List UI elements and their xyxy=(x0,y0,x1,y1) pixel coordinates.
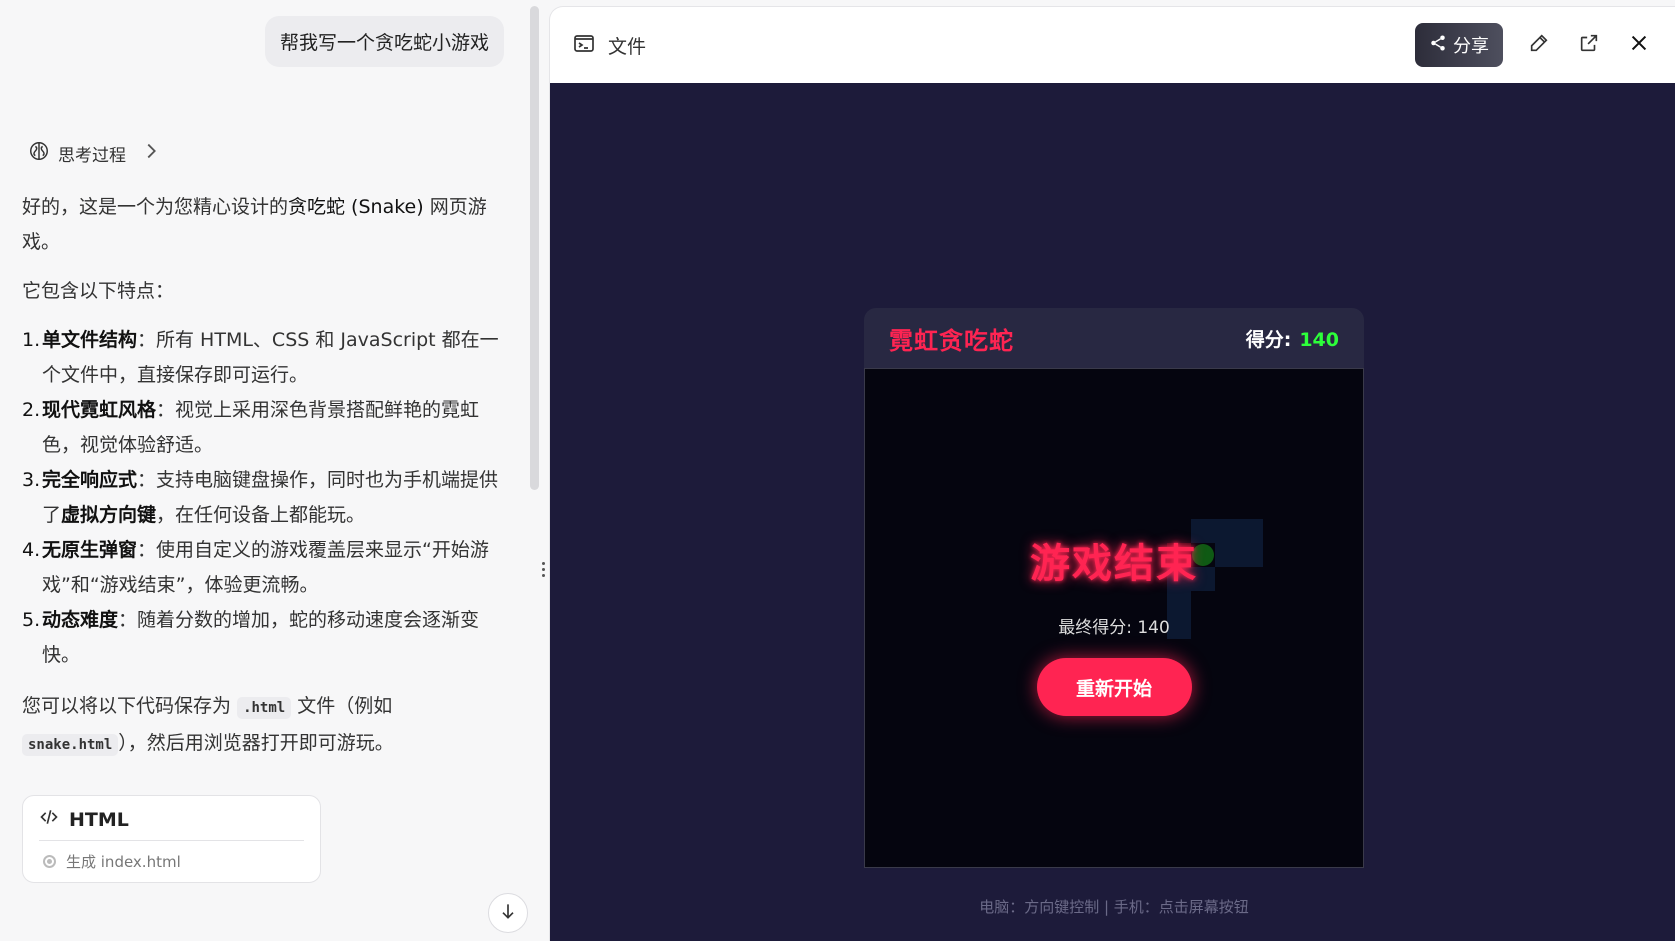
user-message: 帮我写一个贪吃蛇小游戏 xyxy=(264,16,504,67)
intro-bold: 贪吃蛇 (Snake) xyxy=(288,196,424,218)
edit-button[interactable] xyxy=(1525,31,1553,59)
list-item: 4. 无原生弹窗：使用自定义的游戏覆盖层来显示“开始游戏”和“游戏结束”，体验更流… xyxy=(22,539,489,596)
toolbar-actions: 分享 xyxy=(1415,23,1653,67)
preview-toolbar: 文件 分享 xyxy=(550,7,1675,83)
game-header: 霓虹贪吃蛇 得分: 140 xyxy=(864,308,1364,368)
chat-scrollbar[interactable] xyxy=(530,6,539,490)
close-icon xyxy=(1628,32,1650,58)
file-title: 文件 xyxy=(572,31,646,60)
chevron-right-icon xyxy=(140,140,162,167)
share-label: 分享 xyxy=(1453,36,1489,57)
code-chip-filename: snake.html xyxy=(22,734,119,756)
brain-icon xyxy=(28,140,50,167)
intro-paragraph: 好的，这是一个为您精心设计的贪吃蛇 (Snake) 网页游戏。 xyxy=(22,196,487,253)
final-score: 最终得分: 140 xyxy=(1058,618,1170,638)
features-heading: 它包含以下特点： xyxy=(22,280,175,302)
artifact-card[interactable]: HTML 生成 index.html xyxy=(22,795,321,883)
external-link-icon xyxy=(1578,32,1600,58)
status-dot-icon xyxy=(43,855,56,868)
gameover-title: 游戏结束 xyxy=(1030,541,1198,587)
chat-panel: 帮我写一个贪吃蛇小游戏 思考过程 好的，这是一个为您精心设计的贪吃蛇 (Snak… xyxy=(0,0,530,941)
score-value: 140 xyxy=(1299,328,1339,351)
share-button[interactable]: 分享 xyxy=(1415,23,1503,67)
artifact-status: 生成 index.html xyxy=(66,853,181,871)
code-chip-html: .html xyxy=(237,697,292,719)
save-instructions: 您可以将以下代码保存为 .html 文件（例如 snake.html ），然后用浏… xyxy=(22,695,394,756)
gameover-overlay: 游戏结束 最终得分: 140 重新开始 xyxy=(865,369,1363,867)
share-icon xyxy=(1429,34,1447,57)
assistant-answer: 好的，这是一个为您精心设计的贪吃蛇 (Snake) 网页游戏。 它包含以下特点：… xyxy=(22,190,510,783)
close-button[interactable] xyxy=(1625,31,1653,59)
thinking-toggle[interactable]: 思考过程 xyxy=(28,140,162,167)
features-list: 1. 单文件结构：所有 HTML、CSS 和 JavaScript 都在一个文件中… xyxy=(22,323,510,673)
score-label: 得分: xyxy=(1245,328,1292,351)
score-display: 得分: 140 xyxy=(1246,325,1339,352)
open-external-button[interactable] xyxy=(1575,31,1603,59)
list-item: 1. 单文件结构：所有 HTML、CSS 和 JavaScript 都在一个文件中… xyxy=(22,329,499,386)
preview-panel: 文件 分享 霓虹贪吃蛇 得分: 140 游戏结束 最终得分: 140 重新开始 … xyxy=(549,6,1675,941)
game-stage: 霓虹贪吃蛇 得分: 140 游戏结束 最终得分: 140 重新开始 电脑：方向键… xyxy=(550,83,1675,941)
edit-icon xyxy=(1528,32,1550,58)
panel-resize-handle[interactable] xyxy=(540,555,546,583)
list-item: 5. 动态难度：随着分数的增加，蛇的移动速度会逐渐变快。 xyxy=(22,609,480,666)
artifact-type-label: HTML xyxy=(69,808,129,831)
terminal-file-icon xyxy=(572,31,596,60)
controls-hint: 电脑：方向键控制 | 手机：点击屏幕按钮 xyxy=(979,898,1249,916)
code-icon xyxy=(39,807,59,832)
arrow-down-icon xyxy=(498,901,518,925)
list-item: 2. 现代霓虹风格：视觉上采用深色背景搭配鲜艳的霓虹色，视觉体验舒适。 xyxy=(22,399,480,456)
list-item: 3. 完全响应式：支持电脑键盘操作，同时也为手机端提供了虚拟方向键，在任何设备上都… xyxy=(22,469,499,526)
file-label: 文件 xyxy=(608,35,647,58)
game-title: 霓虹贪吃蛇 xyxy=(889,326,1014,355)
scroll-down-button[interactable] xyxy=(488,893,528,933)
restart-button[interactable]: 重新开始 xyxy=(1036,658,1192,716)
thinking-label: 思考过程 xyxy=(58,146,126,166)
game-board[interactable]: 游戏结束 最终得分: 140 重新开始 xyxy=(864,368,1364,868)
game-card: 霓虹贪吃蛇 得分: 140 游戏结束 最终得分: 140 重新开始 xyxy=(864,308,1364,868)
